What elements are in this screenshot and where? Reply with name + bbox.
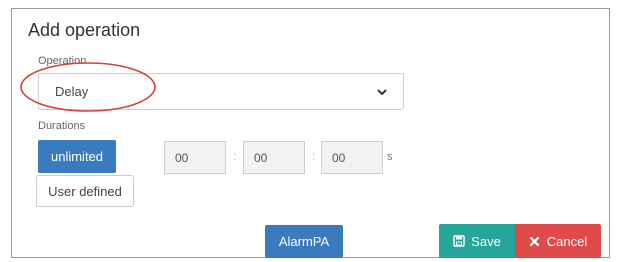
user-defined-button[interactable]: User defined xyxy=(36,175,134,207)
seconds-input[interactable]: 00 xyxy=(321,141,383,174)
chevron-down-icon xyxy=(375,85,389,99)
operation-select[interactable]: Delay xyxy=(38,73,404,110)
save-button[interactable]: Save xyxy=(439,224,515,258)
save-label: Save xyxy=(471,233,501,249)
floppy-disk-icon xyxy=(453,235,465,247)
hours-input[interactable]: 00 xyxy=(164,141,226,174)
minutes-input[interactable]: 00 xyxy=(243,141,305,174)
close-icon xyxy=(529,235,541,247)
dialog-title: Add operation xyxy=(28,20,141,40)
time-separator: : xyxy=(233,149,237,163)
time-separator: : xyxy=(312,149,316,163)
unlimited-button[interactable]: unlimited xyxy=(38,140,116,173)
durations-label: Durations xyxy=(38,120,86,132)
operation-label: Operation xyxy=(38,55,87,67)
add-operation-dialog: Add operation Operation Delay Durations … xyxy=(11,8,610,258)
seconds-unit: s xyxy=(387,151,393,163)
cancel-label: Cancel xyxy=(546,233,588,249)
operation-select-value: Delay xyxy=(55,84,89,99)
cancel-button[interactable]: Cancel xyxy=(515,224,601,258)
alarmpa-button[interactable]: AlarmPA xyxy=(265,225,343,258)
